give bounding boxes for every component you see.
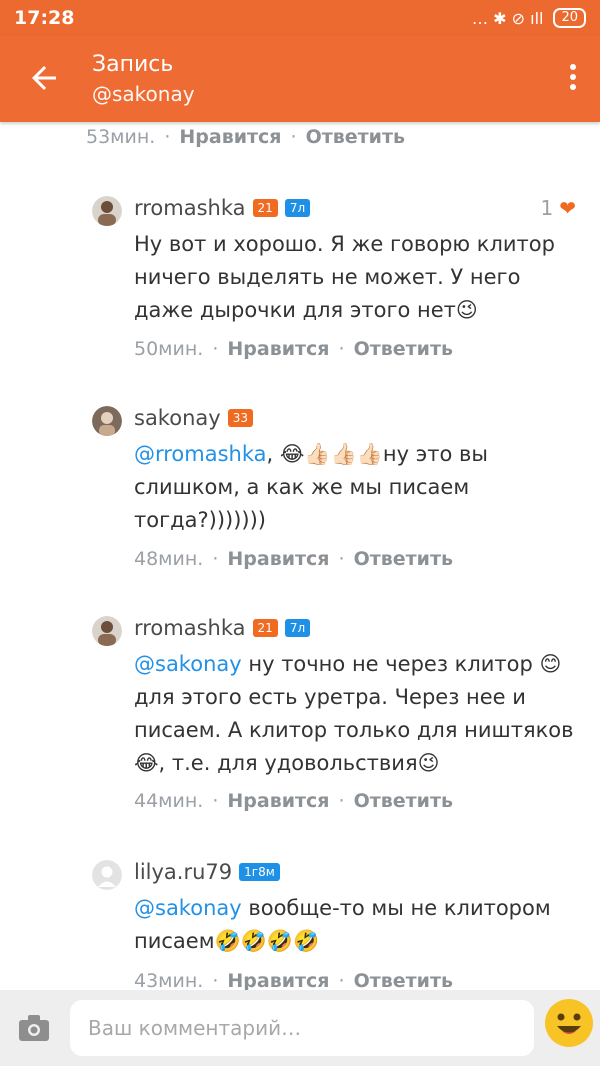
reply-button[interactable]: Ответить <box>306 126 405 148</box>
like-button[interactable]: Нравится <box>227 338 329 360</box>
comment-time: 44мин. <box>134 790 204 812</box>
comment-text: @sakonay вообще-то мы не клитором писаем… <box>134 892 574 958</box>
like-counter[interactable]: 1 ❤ <box>541 196 577 220</box>
status-bar: 17:28 … ✱ ⊘ ıll 20 <box>0 0 600 36</box>
comment-meta: 50мин. · Нравится · Ответить <box>134 338 453 360</box>
comment-meta: 48мин. · Нравится · Ответить <box>134 548 453 570</box>
like-button[interactable]: Нравится <box>179 126 281 148</box>
like-button[interactable]: Нравится <box>227 790 329 812</box>
comment-author-row: rromashka 21 7л <box>134 616 311 640</box>
page-subtitle: @sakonay <box>92 82 195 106</box>
mention-link[interactable]: @sakonay <box>134 896 242 920</box>
comment-meta: 53мин. · Нравится · Ответить <box>86 126 405 148</box>
reply-button[interactable]: Ответить <box>354 970 453 990</box>
camera-icon[interactable] <box>18 1014 50 1042</box>
comment-text: @rromashka, 😂👍🏻👍🏻👍🏻ну это вы слишком, а … <box>134 438 574 537</box>
comments-feed[interactable]: 53мин. · Нравится · Ответить rromashka 21 7л… <box>0 122 600 990</box>
header-titles: Запись @sakonay <box>92 50 195 108</box>
app-bar: Запись @sakonay <box>0 36 600 122</box>
membership-badge: 7л <box>284 199 311 217</box>
status-icons-text: … ✱ ⊘ ıll <box>472 8 544 28</box>
comment-author-row: rromashka 21 7л <box>134 196 311 220</box>
author-name[interactable]: sakonay <box>134 406 221 430</box>
author-name[interactable]: lilya.ru79 <box>134 860 232 884</box>
reply-button[interactable]: Ответить <box>354 790 453 812</box>
back-arrow-icon[interactable] <box>26 60 62 96</box>
like-count: 1 <box>540 196 554 220</box>
author-name[interactable]: rromashka <box>134 616 246 640</box>
comment-time: 50мин. <box>134 338 204 360</box>
comment-time: 53мин. <box>86 126 156 148</box>
mention-link[interactable]: @sakonay <box>134 652 242 676</box>
comment-author-row: lilya.ru79 1г8м <box>134 860 280 884</box>
membership-badge: 1г8м <box>239 863 280 881</box>
page-title: Запись <box>92 52 174 77</box>
age-badge: 21 <box>252 199 278 217</box>
comment-input[interactable]: Ваш комментарий… <box>70 1000 534 1056</box>
reply-button[interactable]: Ответить <box>354 548 453 570</box>
comment-text: @sakonay ну точно не через клитор 😊 для … <box>134 648 574 780</box>
comment-meta: 44мин. · Нравится · Ответить <box>134 790 453 812</box>
age-badge: 33 <box>227 409 253 427</box>
battery-indicator: 20 <box>553 8 586 28</box>
like-button[interactable]: Нравится <box>227 548 329 570</box>
mention-link[interactable]: @rromashka <box>134 442 267 466</box>
status-icons: … ✱ ⊘ ıll 20 <box>472 8 586 28</box>
comment-time: 48мин. <box>134 548 204 570</box>
reply-button[interactable]: Ответить <box>354 338 453 360</box>
status-time: 17:28 <box>14 7 75 29</box>
comment-composer: Ваш комментарий… <box>0 990 600 1066</box>
heart-icon: ❤ <box>559 196 576 220</box>
avatar[interactable] <box>92 406 122 436</box>
comment-text: Ну вот и хорошо. Я же говорю клитор ниче… <box>134 232 555 322</box>
author-name[interactable]: rromashka <box>134 196 246 220</box>
age-badge: 21 <box>252 619 278 637</box>
like-button[interactable]: Нравится <box>227 970 329 990</box>
emoji-button-icon[interactable] <box>544 998 594 1048</box>
comment-meta: 43мин. · Нравится · Ответить <box>134 970 453 990</box>
more-menu-icon[interactable] <box>568 64 578 94</box>
comment-time: 43мин. <box>134 970 204 990</box>
membership-badge: 7л <box>284 619 311 637</box>
avatar[interactable] <box>92 616 122 646</box>
avatar[interactable] <box>92 860 122 890</box>
avatar[interactable] <box>92 196 122 226</box>
comment-author-row: sakonay 33 <box>134 406 253 430</box>
